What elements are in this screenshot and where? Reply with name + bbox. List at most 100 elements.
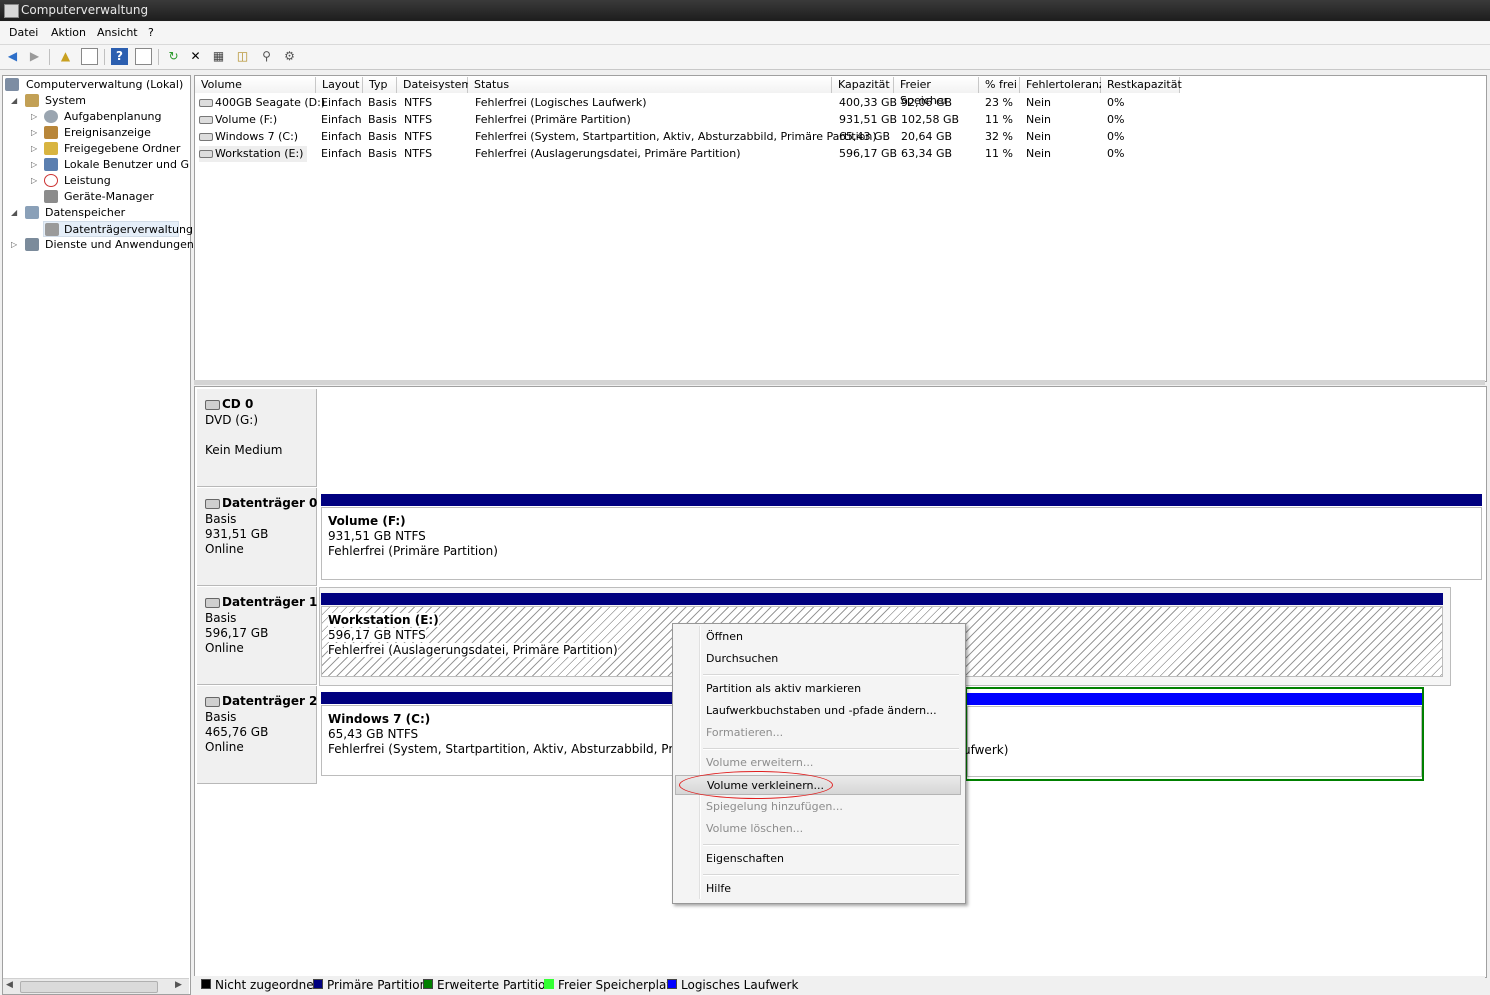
properties-icon[interactable]: ▦ bbox=[210, 48, 227, 65]
collapsed-arrow-icon[interactable]: ▷ bbox=[31, 125, 39, 141]
menu-item-oeffnen[interactable]: Öffnen bbox=[675, 627, 961, 647]
menu-item-durchsuchen[interactable]: Durchsuchen bbox=[675, 649, 961, 669]
refresh-icon[interactable]: ↻ bbox=[165, 48, 182, 65]
tree-node-geraete-manager[interactable]: Geräte-Manager bbox=[31, 189, 189, 205]
open-folder-icon[interactable]: ◫ bbox=[234, 48, 251, 65]
volume-cell: Einfach bbox=[321, 129, 362, 145]
disk-info: 465,76 GB bbox=[205, 725, 269, 739]
menu-item-spiegelung: Spiegelung hinzufügen... bbox=[706, 800, 843, 813]
delete-icon[interactable]: ✕ bbox=[187, 48, 204, 65]
volume-cell: 32 % bbox=[985, 129, 1013, 145]
cell-text: 0% bbox=[1107, 130, 1125, 143]
partition-volume-f[interactable]: Volume (F:) 931,51 GB NTFS Fehlerfrei (P… bbox=[321, 507, 1482, 580]
tree-node-lokale-benutzer[interactable]: ▷ Lokale Benutzer und Grupp bbox=[31, 157, 189, 173]
menu-datei[interactable]: Datei bbox=[9, 26, 38, 39]
expanded-arrow-icon[interactable]: ◢ bbox=[11, 205, 19, 221]
back-arrow-icon[interactable]: ◀ bbox=[4, 48, 21, 65]
tree-node-dienste[interactable]: ▷ Dienste und Anwendungen bbox=[11, 237, 194, 253]
scroll-right-icon[interactable]: ▶ bbox=[175, 980, 182, 990]
disk-label-datentraeger1[interactable]: Datenträger 1 Basis 596,17 GB Online bbox=[197, 587, 317, 685]
cell-text: 0% bbox=[1107, 96, 1125, 109]
legend-label: Nicht zugeordnet bbox=[215, 978, 319, 992]
extended-partition[interactable]: ufwerk) bbox=[963, 687, 1424, 781]
pane-splitter[interactable] bbox=[194, 380, 1485, 385]
expanded-arrow-icon[interactable]: ◢ bbox=[11, 93, 19, 109]
tree-node-datenspeicher[interactable]: ◢ Datenspeicher bbox=[11, 205, 186, 221]
column-header-layout[interactable]: Layout bbox=[316, 77, 363, 93]
volume-cell: Fehlerfrei (Auslagerungsdatei, Primäre P… bbox=[475, 146, 741, 162]
properties-pane-icon[interactable] bbox=[135, 48, 152, 65]
cell-text: 65,43 GB bbox=[839, 130, 891, 143]
cell-text: 32 % bbox=[985, 130, 1013, 143]
disk-info: Basis bbox=[205, 710, 237, 724]
volume-cell: 0% bbox=[1107, 129, 1124, 145]
cd-drive-icon bbox=[205, 399, 220, 410]
tree-node-ereignisanzeige[interactable]: ▷ Ereignisanzeige bbox=[31, 125, 189, 141]
tree-node-aufgabenplanung[interactable]: ▷ Aufgabenplanung bbox=[31, 109, 189, 125]
disk-label-datentraeger2[interactable]: Datenträger 2 Basis 465,76 GB Online bbox=[197, 686, 317, 784]
show-hide-tree-icon[interactable] bbox=[81, 48, 98, 65]
volume-cell: 11 % bbox=[985, 112, 1013, 128]
volume-cell: 0% bbox=[1107, 146, 1124, 162]
clock-icon bbox=[44, 110, 58, 123]
logical-drive-d[interactable]: ufwerk) bbox=[963, 706, 1422, 777]
cell-text: 931,51 GB bbox=[839, 113, 898, 126]
collapsed-arrow-icon[interactable]: ▷ bbox=[31, 141, 39, 157]
disk-info: 596,17 GB bbox=[205, 626, 269, 640]
menu-item-eigenschaften[interactable]: Eigenschaften bbox=[675, 849, 961, 869]
tree-horizontal-scrollbar[interactable]: ◀ ▶ bbox=[3, 978, 189, 994]
cell-text: Basis bbox=[368, 130, 397, 143]
collapsed-arrow-icon[interactable]: ▷ bbox=[31, 109, 39, 125]
scrollbar-thumb[interactable] bbox=[20, 981, 158, 993]
settings-icon[interactable]: ⚙ bbox=[281, 48, 298, 65]
up-folder-icon[interactable]: ▲ bbox=[57, 48, 74, 65]
column-header-kapazitaet[interactable]: Kapazität bbox=[832, 77, 894, 93]
collapsed-arrow-icon[interactable]: ▷ bbox=[31, 173, 39, 189]
column-header-restkapazitaet[interactable]: Restkapazität bbox=[1101, 77, 1182, 93]
tree-label: Datenspeicher bbox=[45, 206, 126, 219]
cell-text: Nein bbox=[1026, 113, 1052, 126]
volume-cell: NTFS bbox=[404, 129, 432, 145]
cell-text: NTFS bbox=[404, 130, 433, 143]
column-header-prozent-frei[interactable]: % frei bbox=[979, 77, 1020, 93]
scroll-left-icon[interactable]: ◀ bbox=[6, 980, 13, 990]
volume-cell: Nein bbox=[1026, 146, 1051, 162]
volume-cell-name[interactable]: Volume (F:) bbox=[199, 112, 277, 128]
collapsed-arrow-icon[interactable]: ▷ bbox=[31, 157, 39, 173]
tree-node-system[interactable]: ◢ System bbox=[11, 93, 186, 109]
search-icon[interactable]: ⚲ bbox=[258, 48, 275, 65]
column-header-fehlertoleranz[interactable]: Fehlertoleranz bbox=[1020, 77, 1105, 93]
volume-cell-name[interactable]: Workstation (E:) bbox=[199, 146, 308, 162]
column-header-freier-speicher[interactable]: Freier Speicher bbox=[894, 77, 979, 107]
disk-label-datentraeger0[interactable]: Datenträger 0 Basis 931,51 GB Online bbox=[197, 488, 317, 586]
menu-aktion[interactable]: Aktion bbox=[51, 26, 86, 39]
tree-node-leistung[interactable]: ▷ Leistung bbox=[31, 173, 189, 189]
collapsed-arrow-icon[interactable]: ▷ bbox=[11, 237, 19, 253]
column-header-typ[interactable]: Typ bbox=[363, 77, 397, 93]
menu-item-partition-aktiv[interactable]: Partition als aktiv markieren bbox=[675, 679, 961, 699]
tree-node-datentraegerverwaltung[interactable]: Datenträgerverwaltung bbox=[43, 221, 193, 237]
legend-logical: Logisches Laufwerk bbox=[667, 979, 798, 991]
cell-text: Basis bbox=[368, 113, 397, 126]
menu-item-laufwerkbuchstaben[interactable]: Laufwerkbuchstaben und -pfade ändern... bbox=[675, 701, 961, 721]
menu-item-hilfe[interactable]: Hilfe bbox=[675, 879, 961, 899]
forward-arrow-icon[interactable]: ▶ bbox=[26, 48, 43, 65]
disk-label-cd0[interactable]: CD 0 DVD (G:) Kein Medium bbox=[197, 389, 317, 487]
tree-node-freigegebene-ordner[interactable]: ▷ Freigegebene Ordner bbox=[31, 141, 189, 157]
disk-name: Datenträger 0 bbox=[222, 496, 318, 510]
volume-cell: Einfach bbox=[321, 146, 362, 162]
volume-cell-name[interactable]: 400GB Seagate (D:) bbox=[199, 95, 325, 111]
column-header-dateisystem[interactable]: Dateisystem bbox=[397, 77, 472, 93]
event-viewer-icon bbox=[44, 126, 58, 139]
partition-windows7-c[interactable]: Windows 7 (C:) 65,43 GB NTFS Fehlerfrei … bbox=[321, 705, 673, 776]
column-header-status[interactable]: Status bbox=[468, 77, 832, 93]
cell-text: Nein bbox=[1026, 130, 1052, 143]
cell-text: 20,64 GB bbox=[901, 130, 953, 143]
volume-cell-name[interactable]: Windows 7 (C:) bbox=[199, 129, 298, 145]
volume-cell: Basis bbox=[368, 129, 397, 145]
menu-ansicht[interactable]: Ansicht bbox=[97, 26, 138, 39]
help-icon[interactable]: ? bbox=[111, 48, 128, 65]
partition-size: 65,43 GB NTFS bbox=[328, 727, 419, 741]
menu-help[interactable]: ? bbox=[148, 26, 154, 39]
column-header-volume[interactable]: Volume bbox=[195, 77, 316, 93]
